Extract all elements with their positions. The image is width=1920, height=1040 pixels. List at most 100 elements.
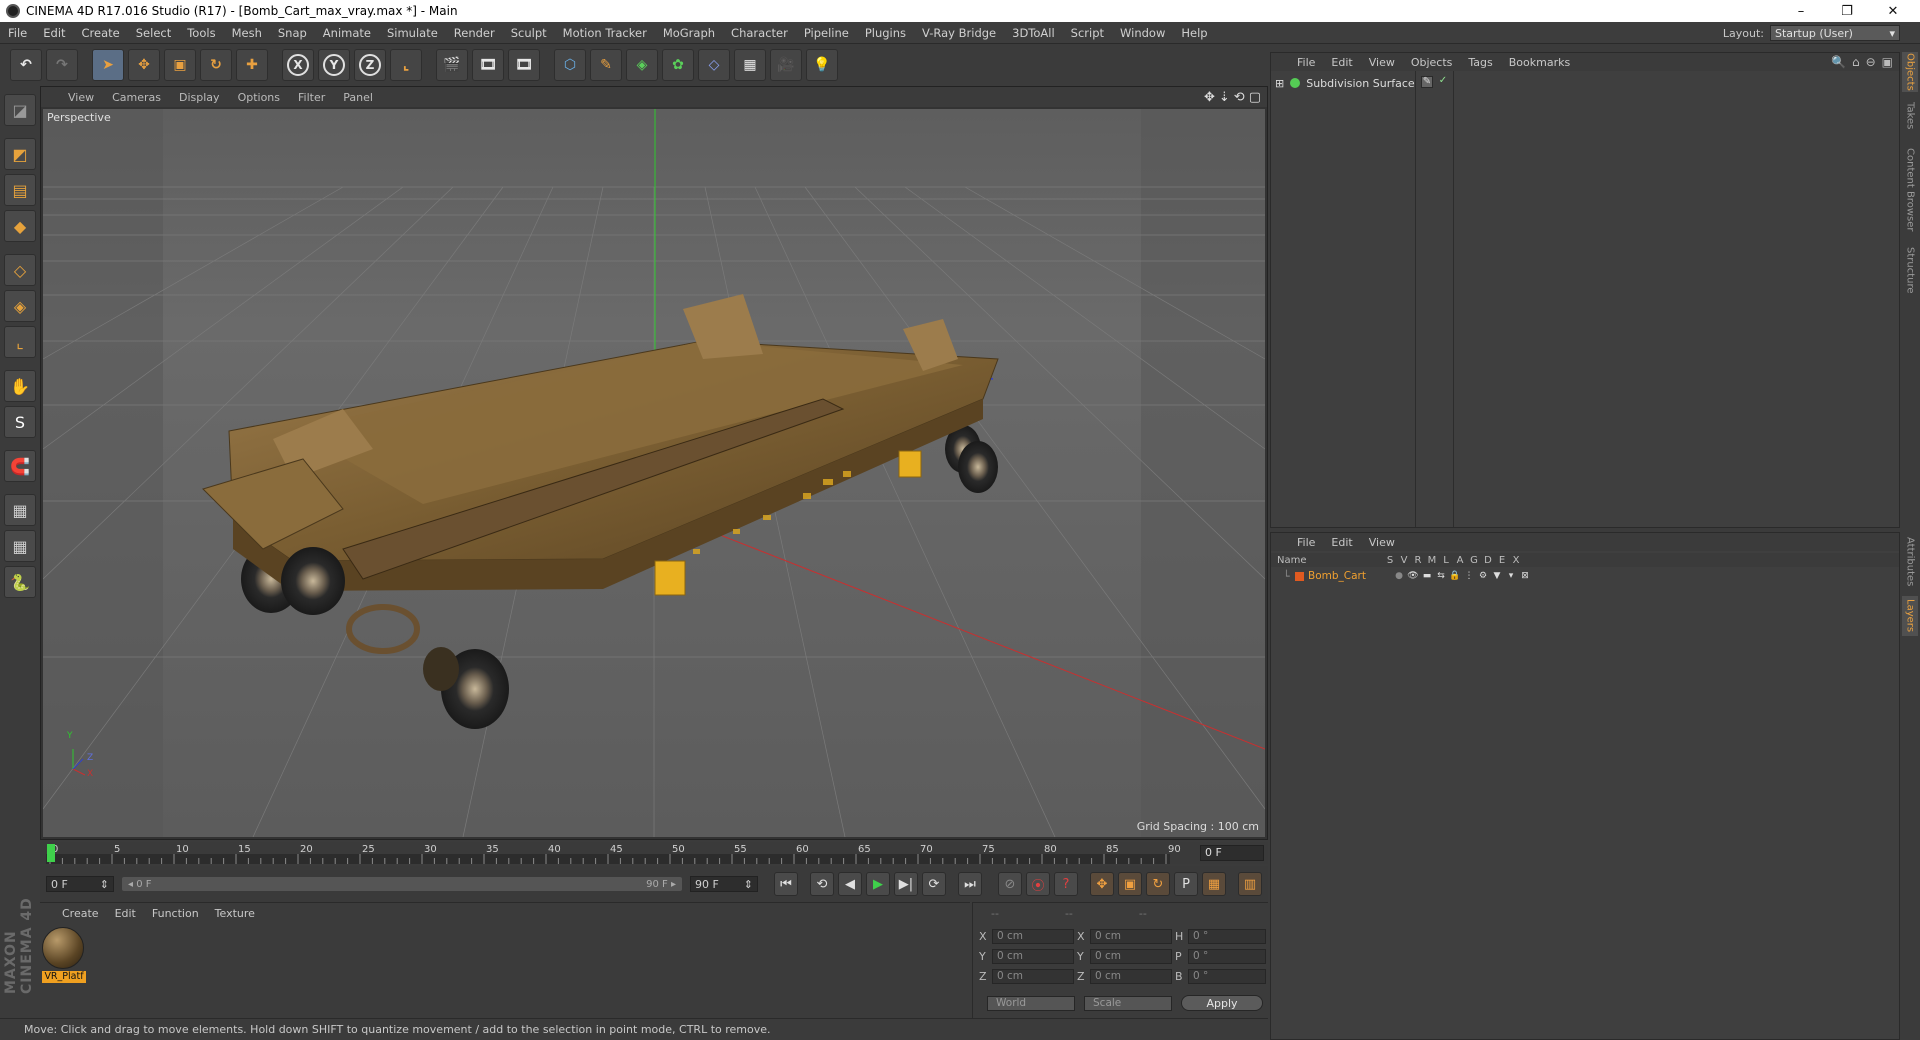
locked-workplane-button[interactable]: ▦ <box>4 494 36 526</box>
solo-toggle-icon[interactable]: ● <box>1392 571 1406 581</box>
snap-button[interactable]: 🧲 <box>4 450 36 482</box>
objects-menu-edit[interactable]: Edit <box>1323 56 1360 69</box>
orbit-icon[interactable]: ⟲ <box>1234 90 1245 105</box>
go-to-end-button[interactable]: ⏭ <box>958 872 982 896</box>
dolly-icon[interactable]: ⇣ <box>1219 90 1230 105</box>
size-y-field[interactable]: 0 cm <box>1090 949 1172 964</box>
deformers-toggle-icon[interactable]: ▼ <box>1490 571 1504 581</box>
material-menu-function[interactable]: Function <box>144 907 207 920</box>
rot-h-field[interactable]: 0 ° <box>1188 929 1266 944</box>
preview-range-slider[interactable]: ◂ 0 F 90 F ▸ <box>122 877 682 891</box>
texture-mode-button[interactable]: ▤ <box>4 174 36 206</box>
record-key-button[interactable]: ⦿ <box>1026 872 1050 896</box>
viewport-menu-cameras[interactable]: Cameras <box>103 91 170 104</box>
animation-toggle-icon[interactable]: ⋮ <box>1462 571 1476 581</box>
objects-menu-objects[interactable]: Objects <box>1403 56 1461 69</box>
viewport-menu-panel[interactable]: Panel <box>334 91 382 104</box>
objects-menu-bookmarks[interactable]: Bookmarks <box>1501 56 1578 69</box>
tweak-mode-button[interactable]: S <box>4 406 36 438</box>
undo-button[interactable]: ↶ <box>10 49 42 81</box>
menu-window[interactable]: Window <box>1112 26 1173 40</box>
objects-menu-file[interactable]: File <box>1289 56 1323 69</box>
next-key-button[interactable]: ⟳ <box>922 872 946 896</box>
maximize-view-icon[interactable]: ▢ <box>1249 90 1261 105</box>
add-spline-pen-button[interactable]: ✎ <box>590 49 622 81</box>
pos-y-field[interactable]: 0 cm <box>992 949 1074 964</box>
play-button[interactable]: ▶ <box>866 872 890 896</box>
z-axis-lock-button[interactable]: Z <box>354 49 386 81</box>
viewport-menu-options[interactable]: Options <box>229 91 289 104</box>
manager-toggle-icon[interactable]: ⇆ <box>1434 571 1448 581</box>
key-parameter-button[interactable]: P <box>1174 872 1198 896</box>
layers-menu-edit[interactable]: Edit <box>1323 536 1360 549</box>
expressions-toggle-icon[interactable]: ▾ <box>1504 571 1518 581</box>
menu-script[interactable]: Script <box>1063 26 1112 40</box>
menu-vray-bridge[interactable]: V-Ray Bridge <box>914 26 1004 40</box>
collapse-icon[interactable]: ⊖ <box>1866 55 1876 69</box>
enabled-check-icon[interactable]: ✓ <box>1437 76 1449 88</box>
render-picture-viewer-button[interactable]: 🎞 <box>472 49 504 81</box>
add-light-button[interactable]: 💡 <box>806 49 838 81</box>
material-menu-edit[interactable]: Edit <box>107 907 144 920</box>
pos-x-field[interactable]: 0 cm <box>992 929 1074 944</box>
playhead[interactable] <box>47 844 55 862</box>
y-axis-lock-button[interactable]: Y <box>318 49 350 81</box>
size-z-field[interactable]: 0 cm <box>1090 969 1172 984</box>
viewport-menu-filter[interactable]: Filter <box>289 91 334 104</box>
coordinate-system-button[interactable]: ⌞ <box>390 49 422 81</box>
material-menu-create[interactable]: Create <box>54 907 107 920</box>
menu-file[interactable]: File <box>0 26 35 40</box>
menu-character[interactable]: Character <box>723 26 796 40</box>
new-view-icon[interactable]: ▣ <box>1882 55 1893 69</box>
menu-plugins[interactable]: Plugins <box>857 26 914 40</box>
lock-toggle-icon[interactable]: 🔒 <box>1448 571 1462 581</box>
tab-takes[interactable]: Takes <box>1902 96 1918 136</box>
key-pla-button[interactable]: ▦ <box>1202 872 1226 896</box>
rot-b-field[interactable]: 0 ° <box>1188 969 1266 984</box>
menu-mesh[interactable]: Mesh <box>224 26 270 40</box>
planar-workplane-button[interactable]: ▦ <box>4 530 36 562</box>
layout-select[interactable]: Startup (User) ▾ <box>1770 25 1900 41</box>
material-menu-texture[interactable]: Texture <box>207 907 263 920</box>
key-rotation-button[interactable]: ↻ <box>1146 872 1170 896</box>
pan-icon[interactable]: ✥ <box>1204 90 1215 105</box>
add-cloner-button[interactable]: ✿ <box>662 49 694 81</box>
tab-content-browser[interactable]: Content Browser <box>1902 142 1918 238</box>
key-scale-button[interactable]: ▣ <box>1118 872 1142 896</box>
menu-motion-tracker[interactable]: Motion Tracker <box>555 26 655 40</box>
layer-row-bomb-cart[interactable]: └ Bomb_Cart ● 👁 ▬ ⇆ 🔒 ⋮ ⚙ ▼ ▾ ⊠ <box>1271 569 1899 583</box>
edges-mode-button[interactable]: ◈ <box>4 290 36 322</box>
go-to-start-button[interactable]: ⏮ <box>774 872 798 896</box>
points-mode-button[interactable]: ◇ <box>4 254 36 286</box>
objects-menu-view[interactable]: View <box>1361 56 1403 69</box>
coordinate-space-select[interactable]: World <box>987 995 1075 1011</box>
end-frame-field[interactable]: 90 F ⇕ <box>690 876 758 892</box>
xref-toggle-icon[interactable]: ⊠ <box>1518 571 1532 581</box>
perspective-viewport[interactable]: Y X Z Perspective Grid Spacing : 100 cm <box>43 109 1265 837</box>
minimize-button[interactable]: – <box>1778 0 1824 22</box>
layer-color-swatch[interactable] <box>1295 571 1304 581</box>
timeline-ruler[interactable]: 0 5 10 15 20 25 30 35 40 45 50 55 60 65 70 75 80 85 90 0 F <box>40 842 1268 864</box>
timeline-window-button[interactable]: ▥ <box>1238 872 1262 896</box>
add-cube-button[interactable]: ⬡ <box>554 49 586 81</box>
menu-select[interactable]: Select <box>128 26 179 40</box>
restore-button[interactable]: ❐ <box>1824 0 1870 22</box>
motion-record-button[interactable]: ⊘ <box>998 872 1022 896</box>
menu-snap[interactable]: Snap <box>270 26 315 40</box>
render-toggle-icon[interactable]: ▬ <box>1420 571 1434 581</box>
polygons-mode-button[interactable]: ⌞ <box>4 326 36 358</box>
edit-flag-icon[interactable]: ✎ <box>1421 76 1433 88</box>
edit-render-settings-button[interactable]: 🎞 <box>508 49 540 81</box>
tab-objects[interactable]: Objects <box>1902 52 1918 92</box>
scale-tool-button[interactable]: ▣ <box>164 49 196 81</box>
menu-tools[interactable]: Tools <box>179 26 223 40</box>
next-frame-button[interactable]: ▶| <box>894 872 918 896</box>
move-tool-button[interactable]: ✥ <box>128 49 160 81</box>
search-icon[interactable]: 🔍 <box>1831 55 1846 69</box>
generators-toggle-icon[interactable]: ⚙ <box>1476 571 1490 581</box>
menu-create[interactable]: Create <box>74 26 128 40</box>
expand-icon[interactable]: ⊞ <box>1275 77 1284 90</box>
previous-frame-button[interactable]: ◀ <box>838 872 862 896</box>
menu-help[interactable]: Help <box>1173 26 1215 40</box>
menu-sculpt[interactable]: Sculpt <box>503 26 555 40</box>
